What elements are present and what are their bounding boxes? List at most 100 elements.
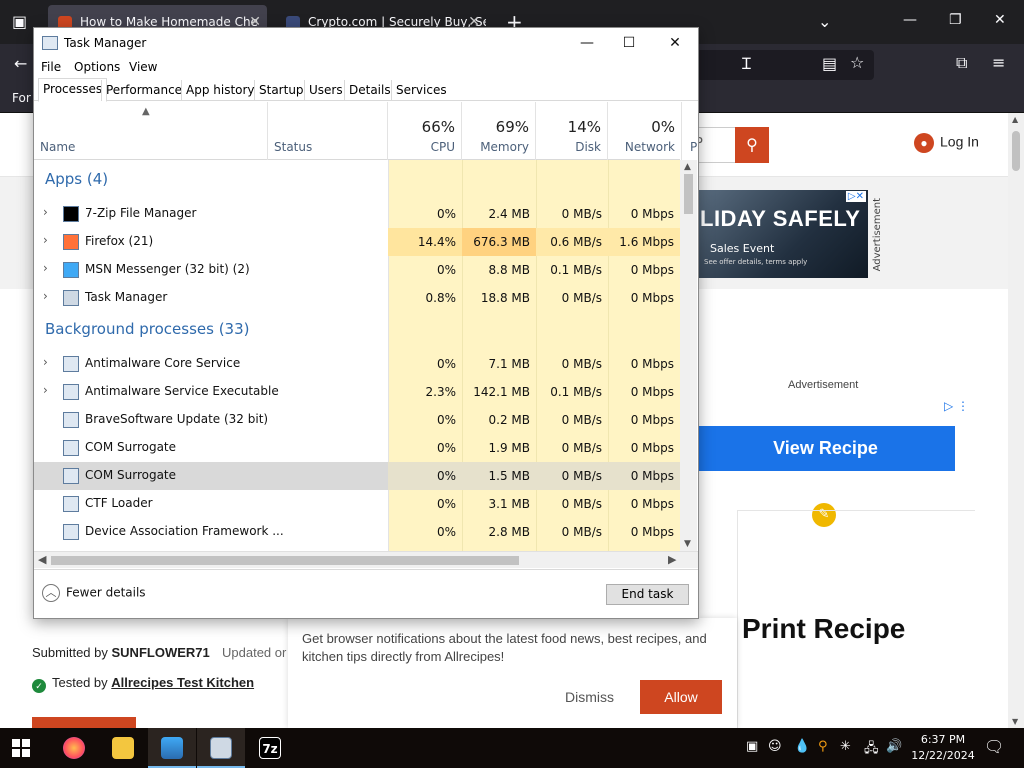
ad-choices-icon[interactable]: ▷✕	[845, 191, 866, 202]
bookmark-item[interactable]: For	[12, 91, 31, 105]
taskbar-task-manager[interactable]	[197, 728, 245, 768]
tab-details[interactable]: Details	[344, 80, 395, 101]
column-cpu[interactable]: 66% CPU	[388, 102, 462, 160]
scroll-up-icon[interactable]: ▲	[1012, 115, 1018, 124]
taskbar-7zip[interactable]: 7z	[246, 728, 294, 768]
menu-view[interactable]: View	[129, 60, 157, 74]
address-bar[interactable]	[696, 50, 874, 80]
column-power[interactable]: P	[682, 102, 698, 160]
expand-chevron-icon[interactable]: ›	[43, 205, 48, 219]
tray-app-icon[interactable]: ▣	[746, 739, 758, 754]
expand-chevron-icon[interactable]: ›	[43, 289, 48, 303]
tab-startup[interactable]: Startup	[254, 80, 308, 101]
tab-app-history[interactable]: App history	[181, 80, 259, 101]
menu-file[interactable]: File	[41, 60, 61, 74]
taskbar-file-explorer[interactable]	[99, 728, 147, 768]
notification-prompt: Get browser notifications about the late…	[288, 618, 737, 728]
column-memory[interactable]: 69% Memory	[462, 102, 536, 160]
page-scrollbar[interactable]: ▲ ▼	[1008, 113, 1024, 728]
disk-total: 14%	[567, 118, 601, 136]
allow-button[interactable]: Allow	[640, 680, 722, 714]
scroll-up-icon[interactable]: ▲	[684, 162, 691, 172]
process-row[interactable]: › Task Manager 0.8% 18.8 MB 0 MB/s 0 Mbps	[34, 284, 680, 312]
star-icon[interactable]: ☆	[850, 55, 864, 71]
windows-start-icon[interactable]	[12, 739, 30, 757]
extensions-icon[interactable]: ⧉	[956, 55, 967, 71]
taskbar-msn-messenger[interactable]	[148, 728, 196, 768]
notifications-icon[interactable]: 🗨	[984, 737, 1004, 756]
menu-icon[interactable]: ≡	[992, 55, 1005, 71]
tab-performance[interactable]: Performance	[101, 80, 186, 101]
process-row[interactable]: BraveSoftware Update (32 bit) 0% 0.2 MB 0 M…	[34, 406, 680, 434]
tab-users[interactable]: Users	[304, 80, 347, 101]
restore-icon[interactable]: ❐	[949, 12, 962, 28]
dismiss-button[interactable]: Dismiss	[565, 689, 614, 705]
process-row[interactable]: › MSN Messenger (32 bit) (2) 0% 8.8 MB 0.1 M…	[34, 256, 680, 284]
7zip-icon	[63, 206, 79, 222]
taskbar-firefox[interactable]	[50, 728, 98, 768]
tray-drop-icon[interactable]: 💧	[794, 739, 810, 754]
expand-chevron-icon[interactable]: ›	[43, 355, 48, 369]
maximize-icon[interactable]: ☐	[606, 32, 652, 54]
taskbar-clock[interactable]: 6:37 PM 12/22/2024	[908, 732, 978, 764]
ad-banner[interactable]: LIDAY SAFELY Sales Event See offer detai…	[696, 190, 868, 278]
submitted-author[interactable]: SUNFLOWER71	[112, 645, 210, 660]
column-name[interactable]: Name	[34, 102, 268, 160]
chevron-down-icon[interactable]: ⌄	[818, 14, 831, 30]
minimize-icon[interactable]: —	[564, 32, 610, 54]
ad-choices-icon[interactable]: ▷ ⋮	[944, 399, 969, 413]
process-name: COM Surrogate	[85, 440, 177, 454]
fewer-details-toggle[interactable]: ︿ Fewer details	[42, 584, 146, 602]
tray-search-icon[interactable]: ⚲	[818, 739, 828, 754]
process-row[interactable]: › 7-Zip File Manager 0% 2.4 MB 0 MB/s 0 Mbps	[34, 200, 680, 228]
scrollbar-thumb[interactable]	[684, 174, 693, 214]
minimize-icon[interactable]: —	[903, 12, 917, 28]
process-row[interactable]: › Antimalware Service Executable 2.3% 142.1…	[34, 378, 680, 406]
process-list-hscrollbar[interactable]: ◀ ▶	[34, 551, 698, 568]
search-button[interactable]: ⚲	[735, 127, 769, 163]
process-mem-value: 142.1 MB	[473, 385, 530, 399]
hscrollbar-thumb[interactable]	[51, 556, 519, 565]
process-row[interactable]: COM Surrogate 0% 1.9 MB 0 MB/s 0 Mbps	[34, 434, 680, 462]
expand-chevron-icon[interactable]: ›	[43, 261, 48, 275]
column-network[interactable]: 0% Network	[608, 102, 682, 160]
end-task-button[interactable]: End task	[606, 584, 689, 605]
fewer-details-label: Fewer details	[66, 585, 146, 600]
column-disk[interactable]: 14% Disk	[536, 102, 608, 160]
expand-chevron-icon[interactable]: ›	[43, 383, 48, 397]
scroll-left-icon[interactable]: ◀	[38, 553, 46, 566]
expand-chevron-icon[interactable]: ›	[43, 233, 48, 247]
tab-processes[interactable]: Processes	[38, 78, 108, 102]
tray-messenger-icon[interactable]: ☺	[768, 739, 782, 754]
scrollbar-thumb[interactable]	[1012, 131, 1020, 171]
process-row[interactable]: › Antimalware Core Service 0% 7.1 MB 0 MB/s 0…	[34, 350, 680, 378]
menu-options[interactable]: Options	[74, 60, 120, 74]
process-list-scrollbar[interactable]: ▲ ▼	[680, 160, 697, 551]
login-link[interactable]: ● Log In	[914, 133, 979, 153]
print-recipe-heading[interactable]: Print Recipe	[742, 613, 905, 645]
view-recipe-button[interactable]: View Recipe	[696, 426, 955, 471]
close-icon[interactable]: ✕	[652, 32, 698, 54]
tab-overview-icon[interactable]: ▣	[12, 14, 27, 30]
reader-view-icon[interactable]: ▤	[822, 56, 837, 72]
column-status[interactable]: Status	[268, 102, 388, 160]
task-manager-titlebar[interactable]: Task Manager — ☐ ✕	[34, 28, 698, 58]
scroll-right-icon[interactable]: ▶	[668, 553, 676, 566]
volume-icon[interactable]: 🔊	[886, 739, 902, 754]
save-recipe-button[interactable]	[32, 717, 136, 728]
process-row[interactable]: CTF Loader 0% 3.1 MB 0 MB/s 0 Mbps	[34, 490, 680, 518]
tested-by-link[interactable]: Allrecipes Test Kitchen	[111, 675, 254, 690]
scroll-down-icon[interactable]: ▼	[1012, 717, 1018, 726]
process-icon	[63, 412, 79, 428]
process-cpu-value: 0%	[436, 207, 456, 221]
network-icon[interactable]: 🖧	[864, 739, 879, 761]
tray-sparkle-icon[interactable]: ✳	[840, 739, 851, 754]
process-row[interactable]: › Firefox (21) 14.4% 676.3 MB 0.6 MB/s 1.6 Mb…	[34, 228, 680, 256]
process-row[interactable]: COM Surrogate 0% 1.5 MB 0 MB/s 0 Mbps	[34, 462, 680, 490]
close-window-icon[interactable]: ✕	[994, 12, 1006, 28]
scroll-down-icon[interactable]: ▼	[684, 539, 691, 549]
process-row[interactable]: Device Association Framework ... 0% 2.8 MB…	[34, 518, 680, 546]
tab-services[interactable]: Services	[391, 80, 451, 101]
process-net-value: 1.6 Mbps	[608, 228, 680, 256]
back-icon[interactable]: ←	[14, 56, 27, 72]
